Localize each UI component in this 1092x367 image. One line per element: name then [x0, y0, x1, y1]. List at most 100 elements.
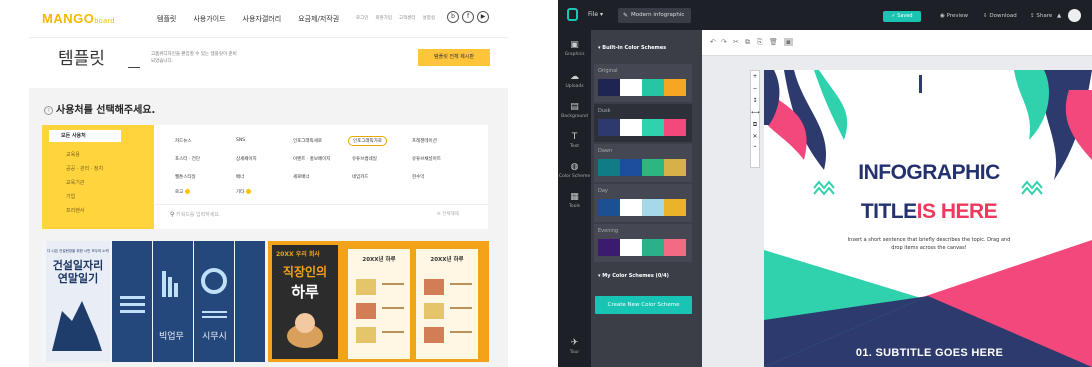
swatches: [598, 199, 686, 216]
blog-icon[interactable]: b: [447, 11, 459, 23]
rail-uploads[interactable]: ☁ Uploads: [558, 72, 591, 89]
page-description: 고품위디자인을 편집할 수 있는 템플릿이 준비 되었습니다.: [151, 52, 237, 64]
rail-background[interactable]: ▤ Background: [558, 102, 591, 119]
share-button[interactable]: ⇪ Share: [1030, 13, 1052, 19]
download-button[interactable]: ⇩ Download: [983, 13, 1017, 19]
share-icon: ⇪: [1030, 13, 1035, 19]
type-presentation[interactable]: 프레젠테이션: [412, 138, 437, 144]
nav-guide[interactable]: 사용가이드: [193, 14, 225, 24]
rail-graphics[interactable]: ▣ Graphics: [558, 40, 591, 57]
template-thumbnail-1[interactable]: 건설일자리 연말일기 다 나은 건설현장을 위한 시민 모두의 노력 빅업무 시…: [42, 241, 265, 362]
tools-icon: ▦: [570, 192, 579, 202]
nav-gallery[interactable]: 사용자갤러리: [243, 14, 282, 24]
nav-pricing[interactable]: 요금제/저작권: [298, 14, 339, 24]
lock-icon[interactable]: ▲: [1057, 13, 1061, 19]
redo-icon[interactable]: ↷: [721, 38, 727, 46]
signup-link[interactable]: 회원가입: [375, 15, 392, 21]
type-infographic-v[interactable]: 인포그래픽세로: [293, 138, 322, 144]
fill-icon[interactable]: ▪: [784, 38, 793, 46]
type-sns[interactable]: SNS: [236, 138, 245, 143]
saved-button[interactable]: ✓ Saved: [883, 11, 921, 22]
category-item[interactable]: 공공 · 관리 · 정치: [66, 165, 103, 172]
infographic-description[interactable]: Insert a short sentence that briefly des…: [844, 236, 1014, 252]
builtin-schemes-heading[interactable]: ▾ Built-in Color Schemes: [598, 45, 666, 51]
mangoboard-screenshot: MANGOboard 템플릿 사용가이드 사용자갤러리 요금제/저작권 로그인 …: [29, 0, 508, 367]
undo-icon[interactable]: ↶: [710, 38, 716, 46]
category-item[interactable]: 기업: [66, 193, 75, 200]
logo[interactable]: MANGOboard: [42, 11, 115, 26]
login-link[interactable]: 로그인: [356, 15, 368, 21]
youtube-icon[interactable]: ▶: [477, 11, 489, 23]
type-yt-channel-art[interactable]: 유튜브채널아트: [412, 156, 441, 162]
type-poster[interactable]: 포스터 · 전단: [175, 156, 200, 162]
cut-icon[interactable]: ✂: [733, 38, 739, 46]
copy-icon[interactable]: ⧉: [745, 38, 750, 47]
type-logo[interactable]: 로고: [175, 189, 191, 195]
type-vertical-banner[interactable]: 세로배너: [293, 174, 310, 180]
infographic-title-line2[interactable]: TITLEIS HERE: [854, 201, 1004, 222]
clear-all-button[interactable]: ⟳ 전체해제: [437, 211, 459, 217]
thumb1-title: 건설일자리 연말일기: [52, 259, 104, 285]
type-placard[interactable]: 현수막: [412, 174, 424, 180]
pencil-icon: ✎: [623, 12, 629, 19]
paste-icon[interactable]: ⎘: [757, 38, 763, 47]
text-icon: T: [571, 132, 578, 142]
swatches: [598, 159, 686, 176]
type-infographic-h[interactable]: 인포그래픽가로: [348, 136, 387, 146]
thumb2-banner: 20XX 우리 회사: [276, 251, 320, 258]
my-schemes-heading[interactable]: ▾ My Color Schemes (0/4): [598, 273, 669, 279]
preview-button[interactable]: ◉ Preview: [940, 13, 968, 19]
scheme-dawn[interactable]: Dawn: [594, 144, 692, 182]
zoom-out-icon[interactable]: −: [751, 83, 759, 95]
type-yt-thumbnail[interactable]: 유튜브썸네일: [352, 156, 377, 162]
thumb1-subtitle: 다 나은 건설현장을 위한 시민 모두의 노력: [47, 249, 109, 253]
infographic-subtitle[interactable]: 01. SUBTITLE GOES HERE: [842, 347, 1017, 359]
delete-icon[interactable]: 🗑: [769, 38, 778, 46]
file-menu[interactable]: File ▾: [588, 11, 603, 18]
nav-templates[interactable]: 템플릿: [157, 14, 176, 24]
document-title[interactable]: Modern infographic: [618, 8, 691, 23]
create-scheme-button[interactable]: Create New Color Scheme: [595, 296, 692, 314]
type-event-page[interactable]: 이벤트 · 홍보페이지: [293, 156, 330, 162]
zoom-in-icon[interactable]: +: [751, 71, 759, 83]
category-item[interactable]: 교육용: [66, 151, 80, 158]
collapse-icon[interactable]: ⌃: [751, 143, 759, 155]
scheme-original[interactable]: Original: [594, 64, 692, 102]
rail-tour[interactable]: ✈ Tour: [558, 338, 591, 355]
title-underline: [128, 67, 140, 68]
scheme-day[interactable]: Day: [594, 184, 692, 222]
infographic-page[interactable]: INFOGRAPHIC TITLEIS HERE Insert a short …: [764, 70, 1092, 367]
close-icon[interactable]: ✕: [751, 131, 759, 143]
settings-link[interactable]: 설정실: [423, 15, 435, 21]
scheme-evening[interactable]: Evening: [594, 224, 692, 262]
top-nav: MANGOboard 템플릿 사용가이드 사용자갤러리 요금제/저작권 로그인 …: [29, 0, 508, 38]
type-card-news[interactable]: 카드뉴스: [175, 138, 192, 144]
select-usage-heading: ? 사용처를 선택해주세요.: [44, 101, 155, 116]
all-templates-button[interactable]: 템플릿 전체 제시판: [418, 49, 490, 66]
thumb2-card-title: 20XX년 하루: [430, 257, 464, 263]
facebook-icon[interactable]: f: [462, 11, 474, 23]
category-item[interactable]: 교육기관: [66, 179, 84, 186]
infographic-title-line1[interactable]: INFOGRAPHIC: [854, 162, 1004, 183]
template-thumbnail-2[interactable]: 20XX 우리 회사 직장인의 하루 20XX년 하루 20XX년 하루: [268, 241, 489, 362]
fit-height-icon[interactable]: ↕: [751, 95, 759, 107]
download-icon: ⇩: [983, 13, 988, 19]
type-detail-page[interactable]: 상세페이지: [236, 156, 257, 162]
type-webtoon[interactable]: 웹툰스타일: [175, 174, 196, 180]
support-link[interactable]: 고객센터: [399, 15, 416, 21]
scheme-dusk[interactable]: Dusk: [594, 104, 692, 142]
avatar[interactable]: [1068, 9, 1081, 22]
keyword-search[interactable]: ⚲ 키워드를 입력하세요.: [170, 211, 221, 218]
category-item[interactable]: 프리랜서: [66, 207, 84, 214]
fit-width-icon[interactable]: ⟷: [751, 107, 760, 119]
rail-text[interactable]: T Text: [558, 132, 591, 149]
duplicate-icon[interactable]: ⧉: [751, 119, 759, 131]
rail-color-scheme[interactable]: ◍ Color Scheme: [558, 162, 591, 179]
swatches: [598, 79, 686, 96]
app-logo-icon[interactable]: [567, 8, 578, 21]
type-etc[interactable]: 기타: [236, 189, 252, 195]
type-banner[interactable]: 배너: [236, 174, 244, 180]
category-all[interactable]: 모든 사용처: [49, 130, 121, 142]
rail-tools[interactable]: ▦ Tools: [558, 192, 591, 209]
type-name-card[interactable]: 네임카드: [352, 174, 369, 180]
